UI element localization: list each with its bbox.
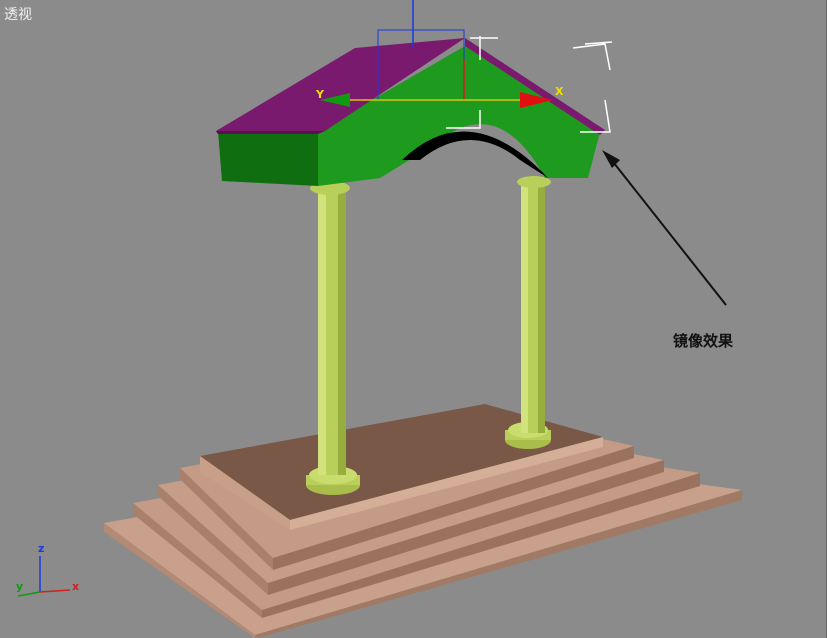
gizmo-y-label: Y xyxy=(315,88,325,101)
gizmo-x-label: X xyxy=(555,85,564,98)
perspective-viewport[interactable]: 透视 X Y z x y 镜像效果 xyxy=(0,0,827,638)
tripod-z-label: z xyxy=(38,542,44,555)
axis-tripod: z x y xyxy=(16,542,79,597)
tripod-x-label: x xyxy=(72,580,79,593)
scene-canvas[interactable]: X Y z x y xyxy=(0,0,827,638)
annotation-arrow xyxy=(602,150,727,306)
column-right[interactable] xyxy=(505,176,551,449)
tripod-y-label: y xyxy=(16,580,23,593)
mirror-effect-annotation: 镜像效果 xyxy=(673,332,734,350)
steps-base[interactable] xyxy=(104,404,742,638)
